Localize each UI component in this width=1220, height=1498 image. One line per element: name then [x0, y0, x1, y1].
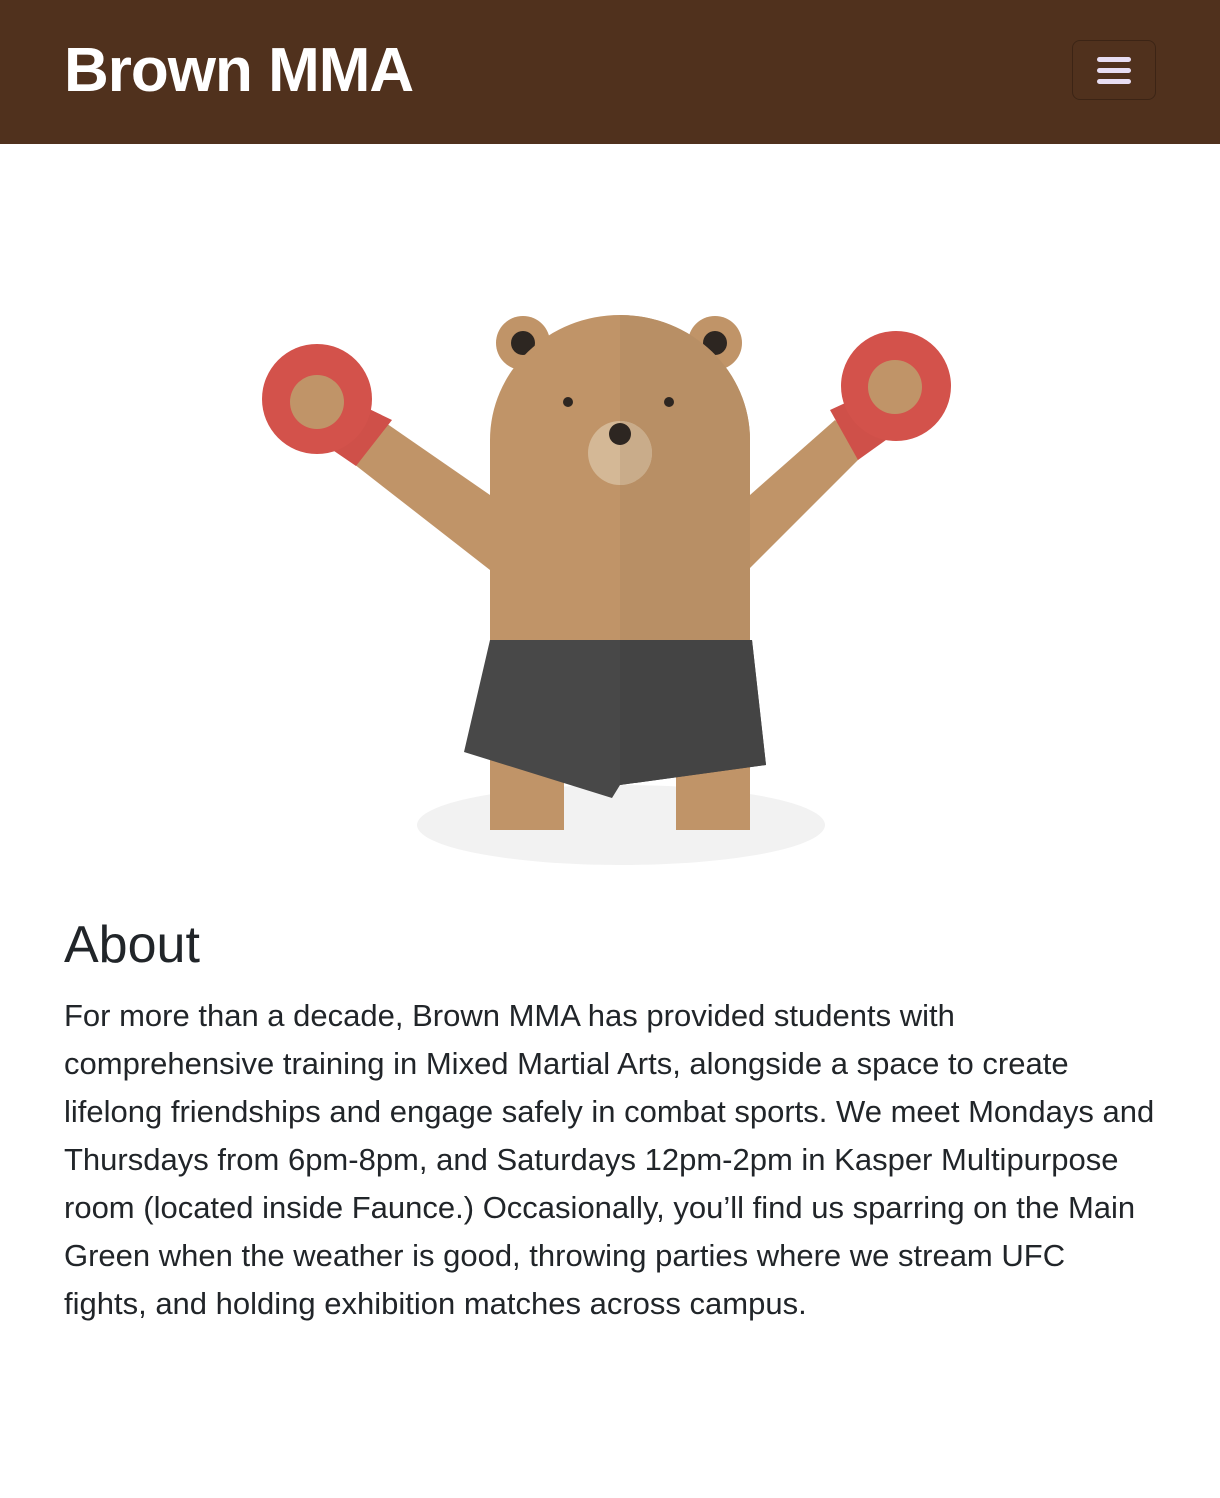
about-section: About For more than a decade, Brown MMA …	[64, 912, 1156, 1328]
about-heading: About	[64, 916, 200, 974]
brand-link[interactable]: Brown MMA	[64, 34, 414, 108]
boxing-bear-icon	[262, 315, 951, 865]
about-text: For more than a decade, Brown MMA has pr…	[64, 998, 1155, 1321]
ground-shadow	[417, 785, 825, 865]
hero-illustration	[255, 300, 965, 870]
hamburger-icon	[1097, 56, 1131, 86]
right-glove	[830, 331, 951, 460]
right-eye	[664, 397, 674, 407]
left-eye	[563, 397, 573, 407]
menu-toggle-button[interactable]	[1072, 40, 1156, 100]
nose	[609, 423, 631, 445]
navbar: Brown MMA	[0, 0, 1220, 144]
